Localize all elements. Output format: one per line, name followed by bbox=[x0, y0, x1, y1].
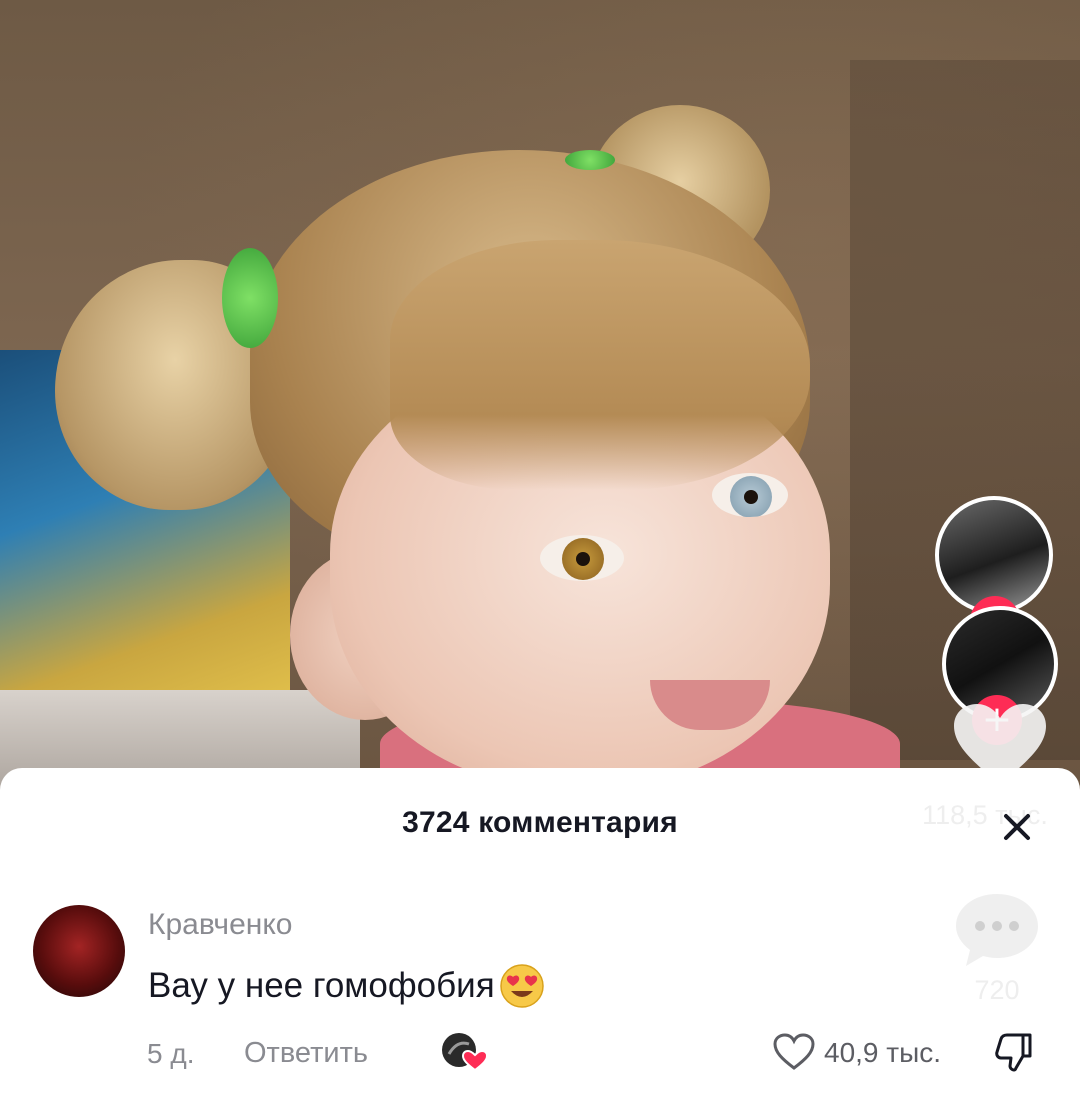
creator-liked-icon bbox=[442, 1033, 489, 1072]
green-scrunchie bbox=[565, 150, 615, 170]
comment-bubble-icon[interactable] bbox=[952, 890, 1042, 970]
comment-text: Вау у нее гомофобия bbox=[148, 966, 495, 1005]
eye-left bbox=[540, 535, 624, 581]
comment-like-count: 40,9 тыс. bbox=[824, 1037, 942, 1068]
bangs bbox=[390, 240, 810, 490]
comment-body: Вау у нее гомофобия bbox=[148, 963, 545, 1009]
reply-button[interactable]: Ответить bbox=[244, 1037, 368, 1070]
dislike-icon[interactable] bbox=[992, 1030, 1036, 1074]
avatar[interactable] bbox=[33, 905, 125, 997]
video-comment-count: 720 bbox=[974, 975, 1020, 1005]
heart-eyes-emoji-icon bbox=[499, 964, 544, 1008]
close-icon[interactable] bbox=[1000, 810, 1034, 844]
comment-author[interactable]: Кравченко bbox=[148, 908, 292, 942]
comment-timestamp: 5 д. bbox=[147, 1038, 195, 1069]
eye-right bbox=[712, 473, 788, 517]
video-player[interactable] bbox=[0, 0, 1080, 800]
comments-count-title: 3724 комментария bbox=[402, 806, 678, 839]
green-scrunchie bbox=[222, 248, 278, 348]
heart-icon[interactable] bbox=[772, 1032, 816, 1072]
